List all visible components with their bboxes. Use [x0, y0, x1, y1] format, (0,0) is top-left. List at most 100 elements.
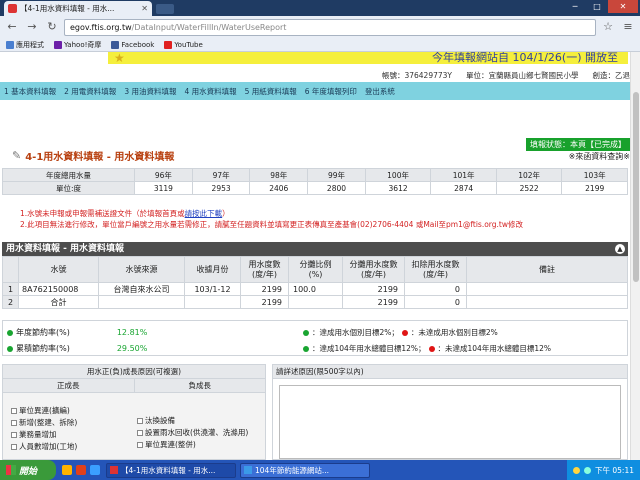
water-table: 水號 水號來源 收據月份 用水度數 (度/年) 分攤比例 (%) 分攤用水度數 … — [2, 256, 628, 309]
tab-title: 【4-1用水資料填報 - 用水... — [20, 4, 115, 13]
tab-close-icon[interactable]: ✕ — [141, 4, 148, 13]
checkbox[interactable] — [11, 419, 17, 426]
total-label: 合計 — [18, 295, 99, 309]
taskbar-browser-task[interactable]: 【4-1用水資料填報 - 用水... — [106, 462, 236, 478]
taskbar-ie-task[interactable]: 104年節約能源網站... — [240, 462, 370, 478]
collapse-icon[interactable]: ▲ — [615, 244, 625, 254]
growth-reasons: 用水正(負)成長原因(可複選) 正成長 負成長 單位異連(擴編) 新增(整建、拆… — [2, 364, 266, 460]
deduct-cell: 0 — [404, 282, 467, 296]
reason-textarea[interactable] — [279, 385, 621, 459]
address-bar[interactable]: egov.ftis.org.tw/DataInput/WaterFillIn/W… — [64, 18, 596, 36]
positive-option[interactable]: 業務量增加 — [11, 429, 77, 440]
windows-flag-icon — [6, 465, 16, 475]
forward-icon[interactable]: → — [24, 19, 40, 35]
tray-icon[interactable] — [573, 466, 580, 474]
bookmark-apps[interactable]: 應用程式 — [6, 40, 44, 50]
positive-option[interactable]: 新增(整建、拆除) — [11, 417, 77, 428]
nav-basic[interactable]: 1 基本資料填報 — [4, 86, 56, 97]
month-header: 收據月份 — [184, 256, 241, 283]
bookmark-yahoo[interactable]: Yahoo!奇摩 — [54, 40, 101, 50]
year-header: 99年 — [307, 168, 366, 182]
note-1: 1.水號未申報或申報需補送證文件（於填報首頁或請按此下載） — [20, 209, 230, 218]
window-close-icon[interactable]: ✕ — [608, 0, 638, 13]
positive-options: 單位異連(擴編) 新增(整建、拆除) 業務量增加 人員數增加(工地) — [11, 405, 77, 452]
page-scrollbar[interactable] — [630, 52, 640, 460]
quicklaunch-icon[interactable] — [62, 465, 72, 475]
legend-overall: ：達成104年用水總體目標12%； ：未達成104年用水總體目標12% — [303, 343, 551, 354]
minimize-icon[interactable]: ─ — [564, 0, 586, 13]
browser-menu-icon[interactable]: ≡ — [620, 19, 636, 35]
year-value: 2406 — [249, 181, 309, 195]
checkbox[interactable] — [137, 417, 143, 424]
month-cell — [184, 295, 241, 309]
checkbox[interactable] — [11, 407, 17, 414]
negative-option[interactable]: 汰換設備 — [137, 415, 248, 426]
negative-option[interactable]: 設置雨水回收(供澆灌、洗滌用) — [137, 427, 248, 438]
year-value: 2800 — [307, 181, 366, 195]
quicklaunch-icon[interactable] — [76, 465, 86, 475]
remark-header: 備註 — [466, 256, 628, 283]
bookmark-facebook[interactable]: Facebook — [111, 40, 154, 49]
taskbar: 開始 【4-1用水資料填報 - 用水... 104年節約能源網站... 下午 0… — [0, 460, 640, 480]
bookmarks-bar: 應用程式 Yahoo!奇摩 Facebook YouTube — [0, 38, 640, 52]
green-dot-icon — [7, 329, 13, 336]
back-icon[interactable]: ← — [4, 19, 20, 35]
year-header: 97年 — [191, 168, 251, 182]
negative-option[interactable]: 單位異連(整併) — [137, 439, 248, 450]
baseline-table: 年度總用水量 96年 97年 98年 99年 100年 101年 102年 10… — [1, 168, 628, 195]
system-tray: 下午 05:11 — [567, 460, 640, 480]
nav-electricity[interactable]: 2 用電資料填報 — [64, 86, 116, 97]
nav-water[interactable]: 4 用水資料填報 — [184, 86, 236, 97]
ratio-cell: 100.0 — [288, 282, 343, 296]
bookmark-youtube[interactable]: YouTube — [164, 40, 203, 49]
checkbox[interactable] — [137, 429, 143, 436]
creator-value: 乙退 — [615, 70, 630, 80]
reference-query-link[interactable]: ※來函資料查詢※ — [569, 151, 630, 162]
alloc-cell: 2199 — [342, 295, 405, 309]
maximize-icon[interactable]: □ — [586, 0, 608, 13]
new-tab-button[interactable] — [156, 4, 174, 14]
year-header: 98年 — [249, 168, 309, 182]
account-info: 帳號：376429773Y 單位：宜蘭縣員山鄉七賢國民小學 創造：乙退 — [0, 68, 640, 82]
cumulative-savings: 累積節約率(%) 29.50% — [7, 343, 147, 354]
reload-icon[interactable]: ↻ — [44, 19, 60, 35]
quicklaunch-icon[interactable] — [90, 465, 100, 475]
annual-savings: 年度節約率(%) 12.81% — [7, 327, 147, 338]
remark-cell — [466, 282, 628, 296]
checkbox[interactable] — [11, 431, 17, 438]
table-row: 2 合計 2199 2199 0 — [2, 295, 628, 309]
growth-reasons-columns: 正成長 負成長 — [3, 379, 265, 393]
usage-cell: 2199 — [240, 282, 289, 296]
start-button[interactable]: 開始 — [0, 460, 56, 480]
status-badge: 填報狀態：本頁【已完成】 — [526, 138, 630, 151]
year-header: 96年 — [134, 168, 193, 182]
meter-cell: 8A762150008 — [18, 282, 99, 296]
nav-logout[interactable]: 登出系統 — [365, 86, 395, 97]
nav-paper[interactable]: 5 用紙資料填報 — [245, 86, 297, 97]
star-icon: ★ — [114, 52, 125, 65]
nav-print[interactable]: 6 年度填報列印 — [305, 86, 357, 97]
bookmark-star-icon[interactable]: ☆ — [600, 19, 616, 35]
positive-option[interactable]: 單位異連(擴編) — [11, 405, 77, 416]
pencil-icon: ✎ — [12, 149, 22, 162]
meter-header: 水號 — [18, 256, 99, 283]
checkbox[interactable] — [137, 441, 143, 448]
download-link[interactable]: 請按此下載 — [185, 209, 223, 218]
year-header: 102年 — [495, 168, 563, 182]
tray-icon[interactable] — [584, 466, 591, 474]
year-value: 2199 — [561, 181, 628, 195]
nav-oil[interactable]: 3 用油資料填報 — [124, 86, 176, 97]
row-index: 1 — [2, 282, 19, 296]
browser-titlebar: 【4-1用水資料填報 - 用水... ✕ ─ □ ✕ — [0, 0, 640, 16]
url-host: egov.ftis.org.tw — [70, 22, 132, 32]
positive-header: 正成長 — [3, 379, 135, 392]
announcement-banner: 今年填報網站自 104/1/26(一) 開放至 — [108, 52, 628, 64]
browser-tab[interactable]: 【4-1用水資料填報 - 用水... ✕ — [4, 1, 152, 16]
alloc-header: 分攤用水度數 (度/年) — [342, 256, 405, 283]
positive-option[interactable]: 人員數增加(工地) — [11, 441, 77, 452]
checkbox[interactable] — [11, 443, 17, 450]
scrollbar-thumb[interactable] — [633, 92, 639, 282]
reason-description: 請詳述原因(限500字以內) — [272, 364, 628, 460]
row-index: 2 — [2, 295, 19, 309]
account-value: 376429773Y — [404, 70, 452, 80]
